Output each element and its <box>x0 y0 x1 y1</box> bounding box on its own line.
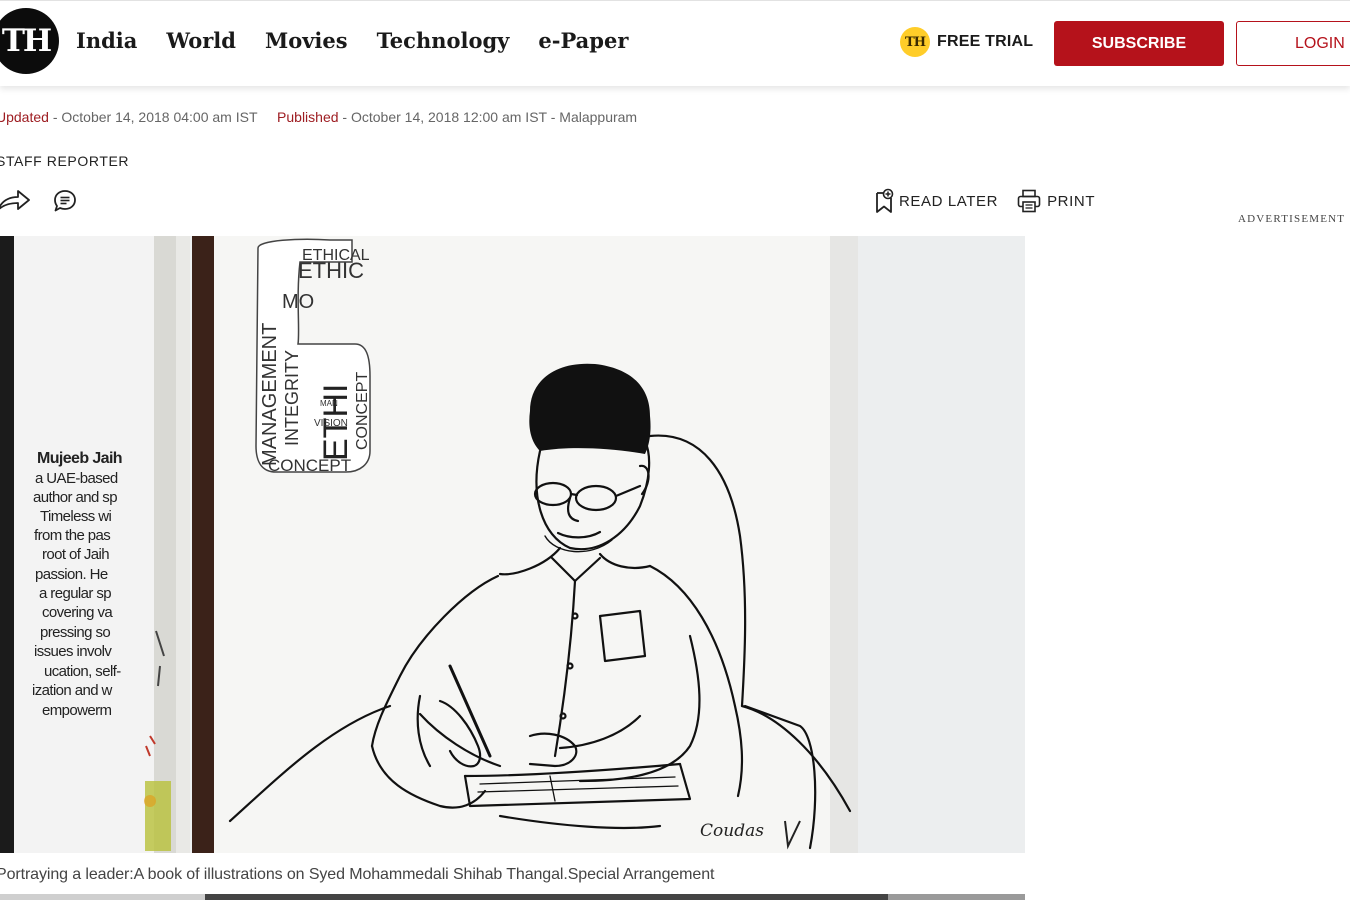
print-label: PRINT <box>1047 192 1096 210</box>
free-trial-label: FREE TRIAL <box>937 33 1034 50</box>
printer-icon <box>1017 189 1041 213</box>
main-nav: India World Movies Technology e-Paper <box>76 28 628 53</box>
subscribe-button[interactable]: SUBSCRIBE <box>1054 21 1224 66</box>
book-text-line: root of Jaih <box>42 546 109 563</box>
illustration: Mujeeb Jaih a UAE-based author and sp Ti… <box>0 236 1025 853</box>
gallery-strip[interactable] <box>0 894 1025 900</box>
article-image[interactable]: Mujeeb Jaih a UAE-based author and sp Ti… <box>0 236 1025 853</box>
read-later-button[interactable]: READ LATER <box>874 188 998 214</box>
read-later-label: READ LATER <box>899 192 999 210</box>
book-text-line: from the pas <box>34 527 110 544</box>
site-logo[interactable]: TH <box>0 8 59 74</box>
nav-item-epaper[interactable]: e-Paper <box>538 28 628 53</box>
word-cloud-word: MAN <box>320 399 338 408</box>
word-cloud-word: VISION <box>314 418 348 429</box>
book-text-line: Mujeeb Jaih <box>37 450 122 467</box>
free-trial-link[interactable]: TH FREE TRIAL <box>900 27 1033 57</box>
article-tools: READ LATER PRINT <box>874 188 1095 214</box>
gallery-strip-segment <box>888 894 1025 900</box>
gallery-strip-segment <box>0 894 205 900</box>
nav-item-india[interactable]: India <box>76 28 137 53</box>
book-text-line: a UAE-based <box>35 470 118 487</box>
book-text-line: covering va <box>42 604 113 621</box>
print-button[interactable]: PRINT <box>1016 188 1095 214</box>
advertisement-label: ADVERTISEMENT <box>1238 213 1346 222</box>
nav-item-world[interactable]: World <box>166 28 236 53</box>
artist-signature: Coudas <box>700 821 764 841</box>
book-text-line: pressing so <box>40 624 110 641</box>
share-actions <box>0 188 78 214</box>
share-icon[interactable] <box>0 188 32 214</box>
image-caption: Portraying a leader:A book of illustrati… <box>0 866 715 883</box>
word-cloud-word: CONCEPT <box>268 456 351 475</box>
book-text-line: author and sp <box>33 489 117 506</box>
word-cloud-word: INTEGRITY <box>282 350 302 446</box>
article-dates: Updated - October 14, 2018 04:00 am IST … <box>0 109 637 125</box>
book-text-line: passion. He <box>35 566 108 583</box>
book-text-line: ucation, self- <box>44 663 121 680</box>
updated-date: - October 14, 2018 04:00 am IST <box>52 109 258 125</box>
nav-item-technology[interactable]: Technology <box>377 28 510 53</box>
comment-icon[interactable] <box>52 188 78 214</box>
word-cloud-word: CONCEPT <box>354 372 371 450</box>
nav-item-movies[interactable]: Movies <box>265 28 348 53</box>
book-text-line: Timeless wi <box>40 508 111 525</box>
byline[interactable]: STAFF REPORTER <box>0 153 129 169</box>
trial-badge-icon: TH <box>900 27 930 57</box>
updated-label: Updated <box>0 109 49 125</box>
bookmark-add-icon <box>876 188 894 213</box>
published-label: Published <box>277 109 339 125</box>
word-cloud-word: MO <box>282 291 314 313</box>
site-header: TH India World Movies Technology e-Paper… <box>0 0 1350 86</box>
book-text-line: empowerm <box>42 702 111 719</box>
word-cloud-word: MANAGEMENT <box>259 323 281 466</box>
published-date: - October 14, 2018 12:00 am IST - Malapp… <box>342 109 638 125</box>
login-button[interactable]: LOGIN <box>1236 21 1350 66</box>
word-cloud-word: ETHIC <box>298 258 364 283</box>
book-text-line: issues involv <box>34 643 112 660</box>
book-text-line: a regular sp <box>39 585 111 602</box>
book-text-line: ization and w <box>32 682 113 699</box>
